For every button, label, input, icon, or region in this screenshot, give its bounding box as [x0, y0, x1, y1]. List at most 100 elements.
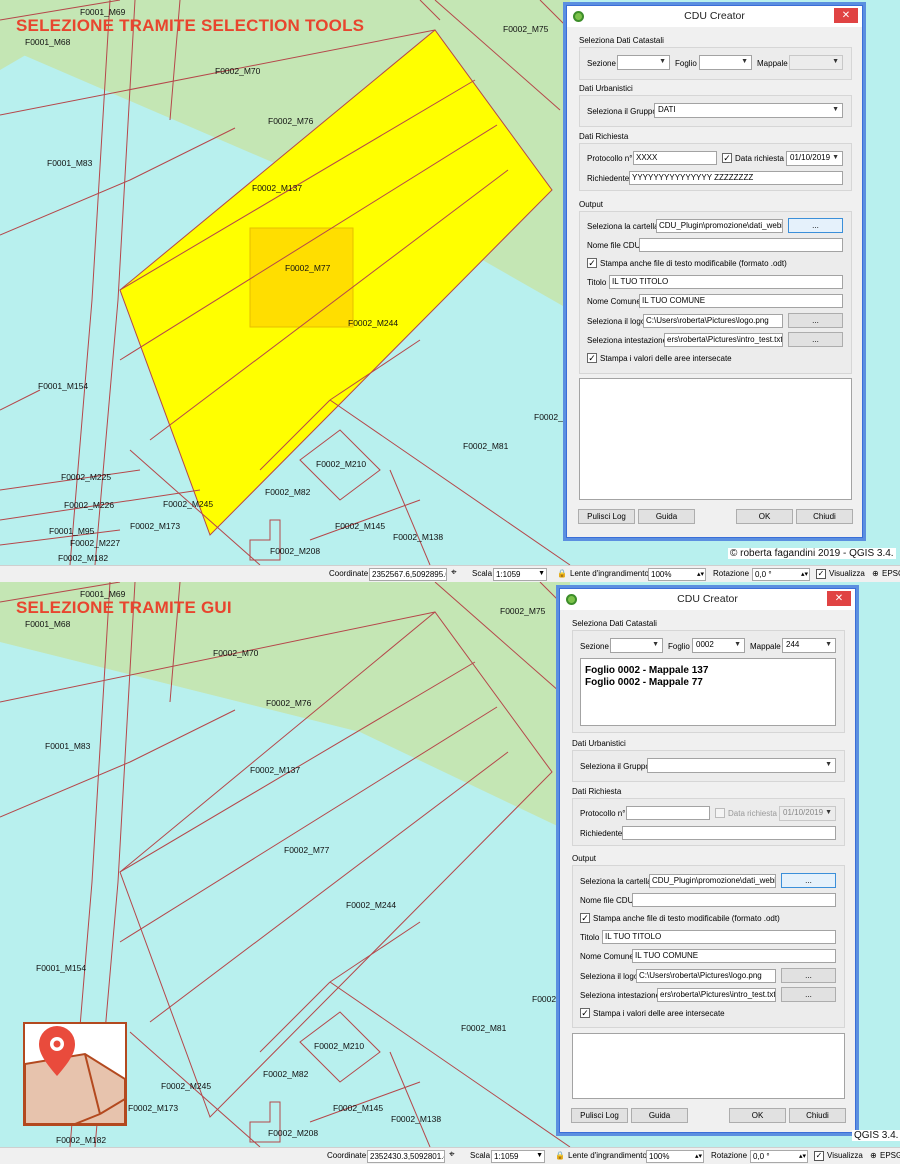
mappale-combo[interactable]: 244 ▼ — [782, 638, 836, 653]
parcel-label: F0002_M70 — [215, 66, 261, 76]
logo-input[interactable]: C:\Users\roberta\Pictures\logo.png — [643, 314, 783, 328]
stampa-odt-checkbox[interactable]: ✓ — [587, 258, 597, 268]
parcel-label: F0002_M244 — [348, 318, 399, 328]
stampa-valori-checkbox[interactable]: ✓ — [580, 1008, 590, 1018]
mappale-combo[interactable]: ▼ — [789, 55, 843, 70]
titolo-label: Titolo — [587, 278, 607, 287]
gruppo-label: Seleziona il Gruppo — [587, 107, 657, 116]
data-richiesta-checkbox[interactable]: ✓ — [722, 153, 732, 163]
titolo-input[interactable]: IL TUO TITOLO — [602, 930, 836, 944]
stampa-valori-checkbox[interactable]: ✓ — [587, 353, 597, 363]
sezione-label: Sezione — [587, 59, 616, 68]
list-item[interactable]: Foglio 0002 - Mappale 137 — [585, 665, 831, 677]
parcel-label: F0002_M77 — [284, 845, 330, 855]
richiedente-input[interactable]: YYYYYYYYYYYYYYY ZZZZZZZZ — [629, 171, 843, 185]
intestazione-input[interactable]: ers\roberta\Pictures\intro_test.txt — [657, 988, 776, 1002]
render-checkbox[interactable]: ✓ — [814, 1151, 824, 1161]
map-canvas[interactable]: F0001_M69 F0002_M75 F0001_M68 F0002_M70 … — [0, 582, 900, 1147]
pulisci-log-button[interactable]: Pulisci Log — [578, 509, 635, 524]
coordinate-label: Coordinate — [327, 1151, 367, 1160]
guida-button[interactable]: Guida — [631, 1108, 688, 1123]
sezione-combo[interactable]: ▼ — [610, 638, 663, 653]
coordinate-field[interactable]: 2352567.6,5092895.0 — [369, 568, 447, 581]
map-pin-icon — [25, 1024, 125, 1124]
ok-button[interactable]: OK — [736, 509, 793, 524]
section-heading: SELEZIONE TRAMITE SELECTION TOOLS — [16, 16, 365, 35]
scale-label: Scala — [470, 1151, 491, 1160]
lock-icon[interactable]: 🔒 — [557, 569, 567, 578]
magnifier-spin[interactable]: 100% ▴▾ — [646, 1150, 704, 1163]
data-richiesta-date[interactable]: 01/10/2019 ▼ — [786, 151, 843, 166]
browse-folder-button[interactable]: ... — [781, 873, 836, 888]
map-credit: QGIS 3.4. — [852, 1130, 900, 1141]
foglio-label: Foglio — [668, 642, 690, 651]
ok-button[interactable]: OK — [729, 1108, 786, 1123]
log-area[interactable] — [572, 1033, 845, 1099]
status-bar: Coordinate 2352567.6,5092895.0 ⌖ Scala 1… — [0, 565, 900, 582]
logo-input[interactable]: C:\Users\roberta\Pictures\logo.png — [636, 969, 776, 983]
browse-logo-button[interactable]: ... — [788, 313, 843, 328]
log-area[interactable] — [579, 378, 852, 500]
magnifier-spin[interactable]: 100% ▴▾ — [648, 568, 706, 581]
nomefile-label: Nome file CDU — [580, 896, 634, 905]
cartella-label: Seleziona la cartella — [587, 222, 659, 231]
lock-icon[interactable]: 🔒 — [555, 1151, 565, 1160]
browse-intestazione-button[interactable]: ... — [781, 987, 836, 1002]
foglio-combo[interactable]: ▼ — [699, 55, 752, 70]
parcel-label: F0001_M83 — [45, 741, 91, 751]
gruppo-combo[interactable]: ▼ — [647, 758, 836, 773]
rotation-label: Rotazione — [713, 569, 750, 578]
nomefile-input[interactable] — [632, 893, 836, 907]
epsg-label[interactable]: EPSG — [882, 569, 900, 578]
logo-label: Seleziona il logo — [587, 317, 646, 326]
data-richiesta-date[interactable]: 01/10/2019 ▼ — [779, 806, 836, 821]
scale-combo[interactable]: 1:1059 ▼ — [493, 568, 547, 581]
browse-folder-button[interactable]: ... — [788, 218, 843, 233]
mouse-icon[interactable]: ⌖ — [451, 567, 457, 578]
chiudi-button[interactable]: Chiudi — [789, 1108, 846, 1123]
comune-input[interactable]: IL TUO COMUNE — [632, 949, 836, 963]
chiudi-button[interactable]: Chiudi — [796, 509, 853, 524]
richiedente-input[interactable] — [622, 826, 836, 840]
cartella-input[interactable]: CDU_Plugin\promozione\dati_webinar — [656, 219, 783, 233]
gruppo-combo[interactable]: DATI ▼ — [654, 103, 843, 118]
data-richiesta-checkbox[interactable] — [715, 808, 725, 818]
protocollo-input[interactable] — [626, 806, 710, 820]
sezione-combo[interactable]: ▼ — [617, 55, 670, 70]
render-checkbox[interactable]: ✓ — [816, 569, 826, 579]
epsg-label[interactable]: EPSG — [880, 1151, 900, 1160]
intestazione-input[interactable]: ers\roberta\Pictures\intro_test.txt — [664, 333, 783, 347]
guida-button[interactable]: Guida — [638, 509, 695, 524]
coordinate-field[interactable]: 2352430.3,5092801.4 — [367, 1150, 445, 1163]
data-richiesta-label: Data richiesta — [735, 154, 784, 163]
close-icon[interactable]: ✕ — [834, 8, 858, 23]
foglio-combo[interactable]: 0002 ▼ — [692, 638, 745, 653]
parcel-label: F0002_M245 — [163, 499, 214, 509]
richiedente-label: Richiedente — [580, 829, 623, 838]
nomefile-input[interactable] — [639, 238, 843, 252]
parcel-label: F0002_M208 — [270, 546, 321, 556]
scale-combo[interactable]: 1:1059 ▼ — [491, 1150, 545, 1163]
browse-logo-button[interactable]: ... — [781, 968, 836, 983]
crs-icon[interactable]: ⊕ — [872, 569, 879, 578]
map-canvas[interactable]: F0001_M69 F0002_M75 F0001_M68 F0002_M70 … — [0, 0, 900, 565]
foglio-label: Foglio — [675, 59, 697, 68]
rotation-spin[interactable]: 0,0 ° ▴▾ — [750, 1150, 808, 1163]
crs-icon[interactable]: ⊕ — [870, 1151, 877, 1160]
titolo-input[interactable]: IL TUO TITOLO — [609, 275, 843, 289]
list-item[interactable]: Foglio 0002 - Mappale 77 — [585, 677, 831, 689]
stampa-odt-checkbox[interactable]: ✓ — [580, 913, 590, 923]
mouse-icon[interactable]: ⌖ — [449, 1149, 455, 1160]
parcel-label: F0002_M70 — [213, 648, 259, 658]
protocollo-input[interactable]: XXXX — [633, 151, 717, 165]
protocollo-label: Protocollo n° — [587, 154, 633, 163]
rotation-spin[interactable]: 0,0 ° ▴▾ — [752, 568, 810, 581]
comune-input[interactable]: IL TUO COMUNE — [639, 294, 843, 308]
pulisci-log-button[interactable]: Pulisci Log — [571, 1108, 628, 1123]
cartella-input[interactable]: CDU_Plugin\promozione\dati_webinar — [649, 874, 776, 888]
logo-label: Seleziona il logo — [580, 972, 639, 981]
section-output: Output — [572, 854, 597, 863]
selected-parcels-list[interactable]: Foglio 0002 - Mappale 137 Foglio 0002 - … — [580, 658, 836, 726]
browse-intestazione-button[interactable]: ... — [788, 332, 843, 347]
close-icon[interactable]: ✕ — [827, 591, 851, 606]
